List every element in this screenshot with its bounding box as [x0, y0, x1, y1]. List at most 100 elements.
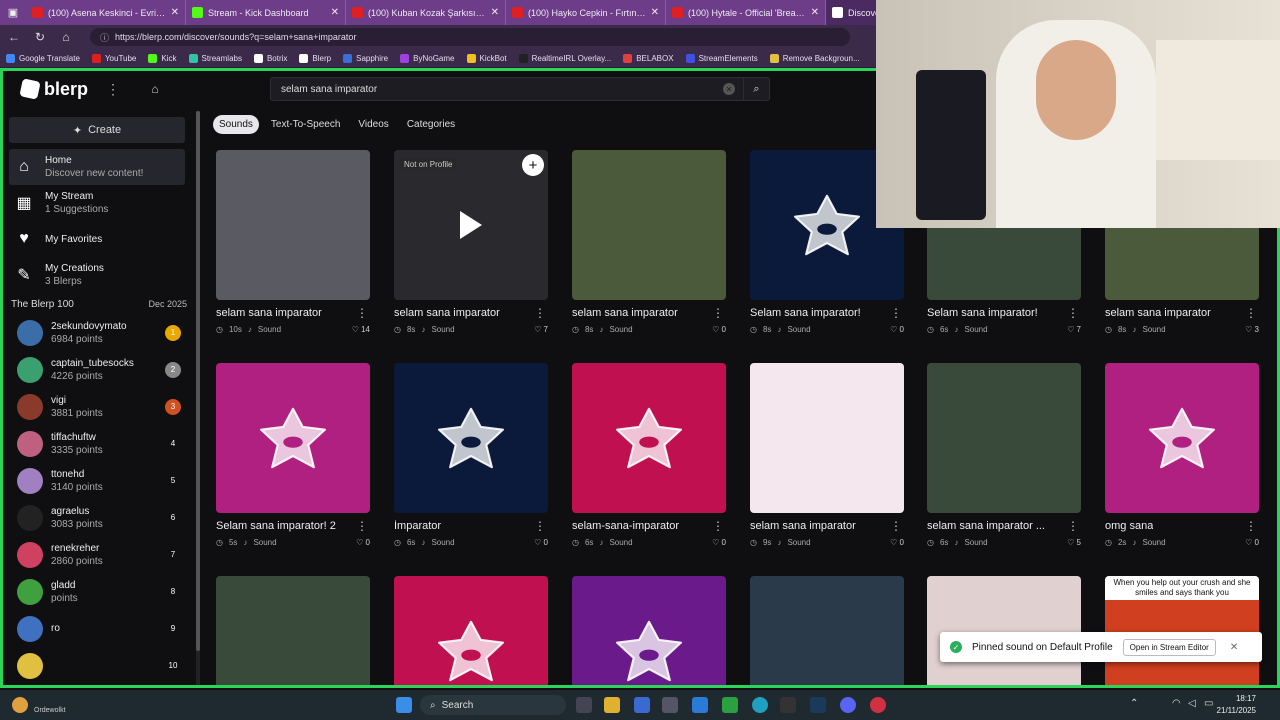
play-icon[interactable] — [460, 211, 482, 239]
sound-thumbnail[interactable] — [572, 363, 726, 513]
sound-thumbnail[interactable] — [216, 363, 370, 513]
url-field[interactable]: ⓘ https://blerp.com/discover/sounds?q=se… — [90, 28, 850, 46]
sidebar-item-home[interactable]: ⌂ Home Discover new content! — [9, 149, 185, 185]
sound-title[interactable]: selam-sana-imparator — [572, 520, 679, 532]
sound-card[interactable]: selam sana imparator ⋮ ◷ 9s ♪ Sound ♡ 0 — [750, 363, 904, 547]
sound-card[interactable]: İmparator ⋮ ◷ 6s ♪ Sound ♡ 0 — [394, 363, 548, 547]
bookmark-item[interactable]: Botrix — [253, 53, 287, 63]
close-tab-icon[interactable]: ✕ — [171, 7, 179, 18]
sound-card[interactable]: selam sana imparator ⋮ ◷ 8s ♪ Sound ♡ 0 — [572, 150, 726, 334]
taskbar-search[interactable]: ⌕ Search — [420, 695, 566, 715]
like-count[interactable]: ♡ 0 — [890, 538, 904, 547]
sound-title[interactable]: İmparator — [394, 520, 441, 532]
browser-tab[interactable]: (100) Asena Keskinci - Evrim Akın ✕ — [26, 0, 186, 25]
filter-tab-videos[interactable]: Videos — [352, 115, 394, 134]
close-tab-icon[interactable]: ✕ — [651, 7, 659, 18]
leaderboard-date[interactable]: Dec 2025 — [148, 299, 187, 310]
like-count[interactable]: ♡ 14 — [352, 325, 370, 334]
sound-thumbnail[interactable] — [1105, 363, 1259, 513]
sound-thumbnail[interactable] — [750, 363, 904, 513]
bookmark-item[interactable]: RealtimeIRL Overlay... — [518, 53, 611, 63]
like-count[interactable]: ♡ 0 — [712, 325, 726, 334]
like-count[interactable]: ♡ 0 — [356, 538, 370, 547]
volume-icon[interactable]: ◁ — [1188, 698, 1196, 709]
bookmark-item[interactable]: Blerp — [299, 53, 331, 63]
discord-icon[interactable] — [840, 697, 856, 713]
sound-thumbnail[interactable] — [394, 363, 548, 513]
more-options-icon[interactable]: ⋮ — [534, 519, 548, 533]
back-icon[interactable]: ← — [6, 30, 22, 44]
sound-card[interactable]: Selam sana imparator! 2 ⋮ ◷ 5s ♪ Sound ♡ 0 — [216, 363, 370, 547]
sound-title[interactable]: selam sana imparator — [216, 307, 322, 319]
bookmark-item[interactable]: Google Translate — [6, 53, 80, 63]
browser-tab[interactable]: (100) Kuban Kozak Şarkısı - Kuban ✕ — [346, 0, 506, 25]
sound-title[interactable]: omg sana — [1105, 520, 1153, 532]
sound-card[interactable]: selam sana imparator ... ⋮ ◷ 6s ♪ Sound ♡ 5 — [927, 363, 1081, 547]
close-tab-icon[interactable]: ✕ — [331, 7, 339, 18]
more-options-icon[interactable]: ⋮ — [534, 306, 548, 320]
bookmark-item[interactable]: BELABOX — [623, 53, 674, 63]
sound-thumbnail[interactable] — [572, 576, 726, 685]
more-options-icon[interactable]: ⋮ — [890, 306, 904, 320]
edge-icon[interactable] — [752, 697, 768, 713]
bookmark-item[interactable]: Remove Backgroun... — [769, 53, 860, 63]
like-count[interactable]: ♡ 3 — [1245, 325, 1259, 334]
taskbar-clock[interactable]: 18:17 21/11/2025 — [1217, 693, 1256, 717]
like-count[interactable]: ♡ 0 — [534, 538, 548, 547]
wifi-icon[interactable]: ◠ — [1172, 698, 1181, 709]
sound-title[interactable]: selam sana imparator ... — [927, 520, 1045, 532]
close-tab-icon[interactable]: ✕ — [491, 7, 499, 18]
more-options-icon[interactable]: ⋮ — [712, 306, 726, 320]
leaderboard-row[interactable]: tiffachuftw 3335 points 4 — [3, 425, 195, 462]
more-options-icon[interactable]: ⋮ — [712, 519, 726, 533]
sound-title[interactable]: Selam sana imparator! — [927, 307, 1038, 319]
sound-thumbnail[interactable] — [572, 150, 726, 300]
leaderboard-row[interactable]: ttonehd 3140 points 5 — [3, 462, 195, 499]
sound-thumbnail[interactable] — [394, 576, 548, 685]
close-tab-icon[interactable]: ✕ — [811, 7, 819, 18]
more-options-icon[interactable]: ⋮ — [1245, 306, 1259, 320]
sound-thumbnail[interactable] — [750, 576, 904, 685]
sound-title[interactable]: selam sana imparator — [394, 307, 500, 319]
search-icon[interactable]: ⌕ — [743, 78, 769, 100]
file-explorer-icon[interactable] — [604, 697, 620, 713]
like-count[interactable]: ♡ 5 — [1067, 538, 1081, 547]
sound-title[interactable]: selam sana imparator — [750, 520, 856, 532]
browser-tab[interactable]: (100) Hytale - Official 'Breaking th ✕ — [666, 0, 826, 25]
home-icon[interactable]: ⌂ — [58, 30, 74, 44]
settings-icon[interactable] — [662, 697, 678, 713]
close-icon[interactable]: ✕ — [1230, 642, 1238, 653]
more-options-icon[interactable]: ⋮ — [890, 519, 904, 533]
sound-card[interactable]: selam-sana-imparator ⋮ ◷ 6s ♪ Sound ♡ 0 — [572, 363, 726, 547]
more-menu-icon[interactable]: ⋮ — [106, 81, 120, 98]
filter-tab-categories[interactable]: Categories — [401, 115, 461, 134]
sound-title[interactable]: selam sana imparator — [1105, 307, 1211, 319]
bookmark-item[interactable]: ByNoGame — [400, 53, 455, 63]
browser-tab[interactable]: Stream - Kick Dashboard ✕ — [186, 0, 346, 25]
bookmark-item[interactable]: Kick — [148, 53, 177, 63]
filter-tab-sounds[interactable]: Sounds — [213, 115, 259, 134]
sound-card[interactable]: omg sana ⋮ ◷ 2s ♪ Sound ♡ 0 — [1105, 363, 1259, 547]
bookmark-item[interactable]: Sapphire — [343, 53, 388, 63]
epic-games-icon[interactable] — [780, 697, 796, 713]
sidebar-scrollbar[interactable] — [196, 111, 200, 651]
more-options-icon[interactable]: ⋮ — [356, 519, 370, 533]
obs-icon[interactable] — [870, 697, 886, 713]
filter-tab-text-to-speech[interactable]: Text-To-Speech — [265, 115, 346, 134]
sidebar-item-my-creations[interactable]: ✎ My Creations 3 Blerps — [3, 257, 195, 293]
weather-icon[interactable] — [12, 697, 28, 713]
blerp-logo[interactable]: blerp — [19, 78, 88, 100]
open-stream-editor-button[interactable]: Open in Stream Editor — [1122, 638, 1216, 656]
site-info-icon[interactable]: ⓘ — [100, 31, 109, 44]
window-menu-icon[interactable]: ▣ — [0, 0, 26, 25]
more-options-icon[interactable]: ⋮ — [1067, 306, 1081, 320]
like-count[interactable]: ♡ 0 — [890, 325, 904, 334]
more-options-icon[interactable]: ⋮ — [1067, 519, 1081, 533]
sound-card[interactable]: Not on Profile + selam sana imparator ⋮ ◷ 8s ♪… — [394, 150, 548, 334]
sound-thumbnail[interactable]: Not on Profile + — [394, 150, 548, 300]
bookmark-item[interactable]: StreamElements — [685, 53, 758, 63]
sound-card[interactable] — [394, 576, 548, 685]
leaderboard-row[interactable]: vigi 3881 points 3 — [3, 388, 195, 425]
sound-title[interactable]: Selam sana imparator! — [750, 307, 861, 319]
bookmark-item[interactable]: KickBot — [466, 53, 507, 63]
